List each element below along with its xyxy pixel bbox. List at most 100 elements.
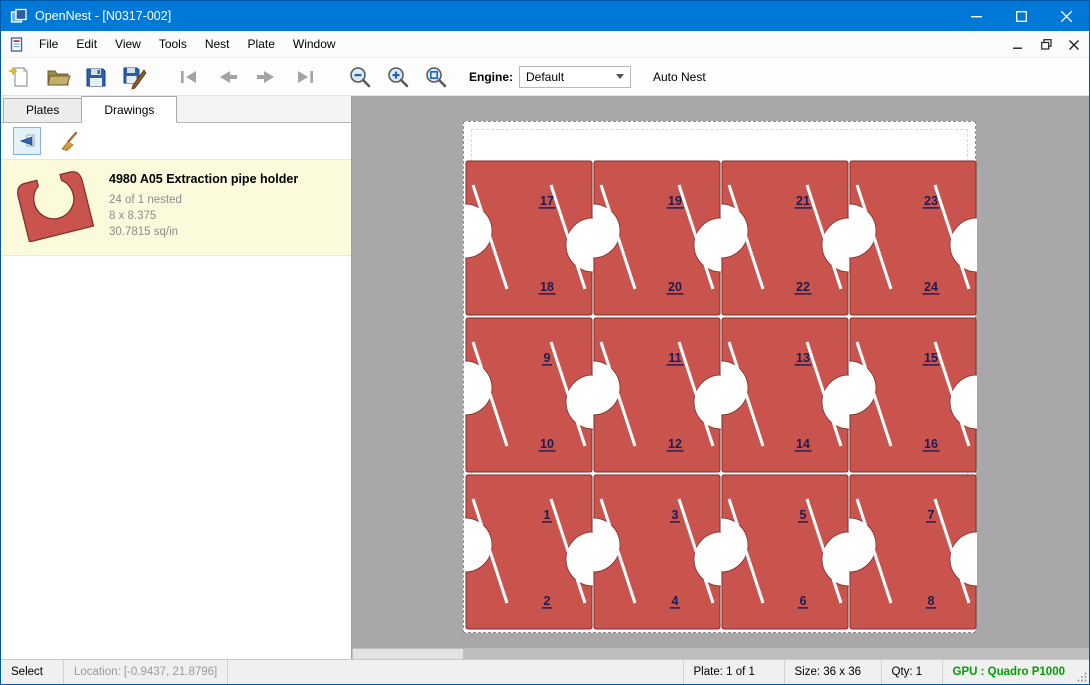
- svg-text:11: 11: [668, 351, 681, 365]
- status-qty: Qty: 1: [882, 660, 942, 684]
- svg-text:4: 4: [671, 594, 678, 608]
- nested-part-pair[interactable]: 15 16: [849, 317, 977, 473]
- toolbar: Engine: Default Auto Nest: [1, 58, 1089, 96]
- nested-part-pair[interactable]: 11 12: [593, 317, 721, 473]
- drawing-nested-count: 24 of 1 nested: [109, 192, 298, 208]
- chevron-down-icon: [616, 74, 624, 79]
- auto-nest-button[interactable]: Auto Nest: [653, 70, 706, 84]
- drawing-area: 30.7815 sq/in: [109, 224, 298, 240]
- svg-text:5: 5: [799, 508, 806, 522]
- new-file-button[interactable]: [3, 61, 37, 93]
- nav-first-button[interactable]: [173, 61, 207, 93]
- svg-text:22: 22: [796, 280, 810, 294]
- close-button[interactable]: [1044, 1, 1089, 31]
- nest-canvas[interactable]: 17 18 19 20 21 22: [352, 96, 1089, 661]
- minimize-button[interactable]: [954, 1, 999, 31]
- maximize-button[interactable]: [999, 1, 1044, 31]
- menu-item-nest[interactable]: Nest: [196, 32, 239, 56]
- svg-text:12: 12: [668, 437, 682, 451]
- open-file-button[interactable]: [41, 61, 75, 93]
- nested-part-pair[interactable]: 1 2: [465, 474, 593, 630]
- menu-item-view[interactable]: View: [106, 32, 150, 56]
- left-panel: Plates Drawings: [1, 96, 352, 661]
- document-icon: [9, 37, 24, 52]
- svg-text:1: 1: [543, 508, 550, 522]
- zoom-out-button[interactable]: [343, 61, 377, 93]
- svg-text:10: 10: [540, 437, 554, 451]
- svg-text:17: 17: [540, 194, 554, 208]
- back-arrow-icon: [16, 130, 38, 152]
- mdi-restore-button[interactable]: [1037, 36, 1055, 54]
- app-icon: [10, 8, 27, 25]
- zoom-out-icon: [347, 64, 373, 90]
- nested-part-pair[interactable]: 17 18: [465, 160, 593, 316]
- nav-previous-icon: [215, 68, 241, 86]
- nav-last-button[interactable]: [287, 61, 321, 93]
- engine-value: Default: [526, 70, 564, 84]
- plate-sheet[interactable]: 17 18 19 20 21 22: [463, 121, 976, 633]
- svg-text:2: 2: [543, 594, 550, 608]
- svg-text:13: 13: [796, 351, 810, 365]
- drawings-toolbar: [1, 123, 351, 159]
- menu-item-plate[interactable]: Plate: [239, 32, 284, 56]
- svg-text:8: 8: [927, 594, 934, 608]
- tab-plates[interactable]: Plates: [3, 98, 82, 122]
- status-plate: Plate: 1 of 1: [684, 660, 784, 684]
- mdi-minimize-button[interactable]: [1009, 36, 1027, 54]
- svg-text:14: 14: [796, 437, 810, 451]
- menu-item-window[interactable]: Window: [284, 32, 345, 56]
- nested-part-pair[interactable]: 3 4: [593, 474, 721, 630]
- svg-text:20: 20: [668, 280, 682, 294]
- zoom-fit-button[interactable]: [419, 61, 453, 93]
- status-location: Location: [-0.9437, 21.8796]: [64, 660, 227, 684]
- zoom-fit-icon: [423, 64, 449, 90]
- engine-label: Engine:: [469, 70, 513, 84]
- menu-item-file[interactable]: File: [30, 32, 67, 56]
- zoom-in-icon: [385, 64, 411, 90]
- nav-next-icon: [253, 68, 279, 86]
- app-window: OpenNest - [N0317-002] FileEditViewTools…: [0, 0, 1090, 685]
- nested-part-pair[interactable]: 21 22: [721, 160, 849, 316]
- window-title: OpenNest - [N0317-002]: [35, 9, 171, 23]
- tab-drawings[interactable]: Drawings: [81, 96, 177, 123]
- clear-button[interactable]: [55, 127, 83, 155]
- nested-part-pair[interactable]: 23 24: [849, 160, 977, 316]
- mdi-close-button[interactable]: [1065, 36, 1083, 54]
- svg-text:16: 16: [924, 437, 938, 451]
- tab-strip: Plates Drawings: [1, 96, 351, 123]
- svg-text:23: 23: [924, 194, 938, 208]
- nav-previous-button[interactable]: [211, 61, 245, 93]
- menu-items: FileEditViewToolsNestPlateWindow: [30, 32, 345, 56]
- titlebar: OpenNest - [N0317-002]: [1, 1, 1089, 31]
- save-edit-icon: [121, 64, 147, 90]
- nested-part-pair[interactable]: 5 6: [721, 474, 849, 630]
- menu-item-tools[interactable]: Tools: [150, 32, 196, 56]
- drawing-list-item[interactable]: 4980 A05 Extraction pipe holder 24 of 1 …: [1, 159, 351, 256]
- resize-grip[interactable]: [1075, 660, 1089, 684]
- nested-part-pair[interactable]: 9 10: [465, 317, 593, 473]
- svg-text:18: 18: [540, 280, 554, 294]
- new-file-icon: [7, 64, 33, 90]
- drawing-dimensions: 8 x 8.375: [109, 208, 298, 224]
- svg-text:7: 7: [927, 508, 934, 522]
- menubar: FileEditViewToolsNestPlateWindow: [1, 31, 1089, 58]
- back-to-drawing-button[interactable]: [13, 127, 41, 155]
- menu-item-edit[interactable]: Edit: [67, 32, 106, 56]
- zoom-in-button[interactable]: [381, 61, 415, 93]
- part-thumbnail: [11, 168, 97, 245]
- save-icon: [83, 64, 109, 90]
- svg-text:3: 3: [671, 508, 678, 522]
- nested-part-pair[interactable]: 13 14: [721, 317, 849, 473]
- nested-part-pair[interactable]: 19 20: [593, 160, 721, 316]
- svg-text:19: 19: [668, 194, 682, 208]
- nav-next-button[interactable]: [249, 61, 283, 93]
- engine-select[interactable]: Default: [519, 66, 631, 88]
- save-button[interactable]: [79, 61, 113, 93]
- mdi-window-controls: [1009, 31, 1083, 58]
- nested-part-pair[interactable]: 7 8: [849, 474, 977, 630]
- svg-text:24: 24: [924, 280, 938, 294]
- svg-text:15: 15: [924, 351, 938, 365]
- content-area: Plates Drawings: [1, 96, 1089, 661]
- save-as-button[interactable]: [117, 61, 151, 93]
- drawing-title: 4980 A05 Extraction pipe holder: [109, 172, 298, 186]
